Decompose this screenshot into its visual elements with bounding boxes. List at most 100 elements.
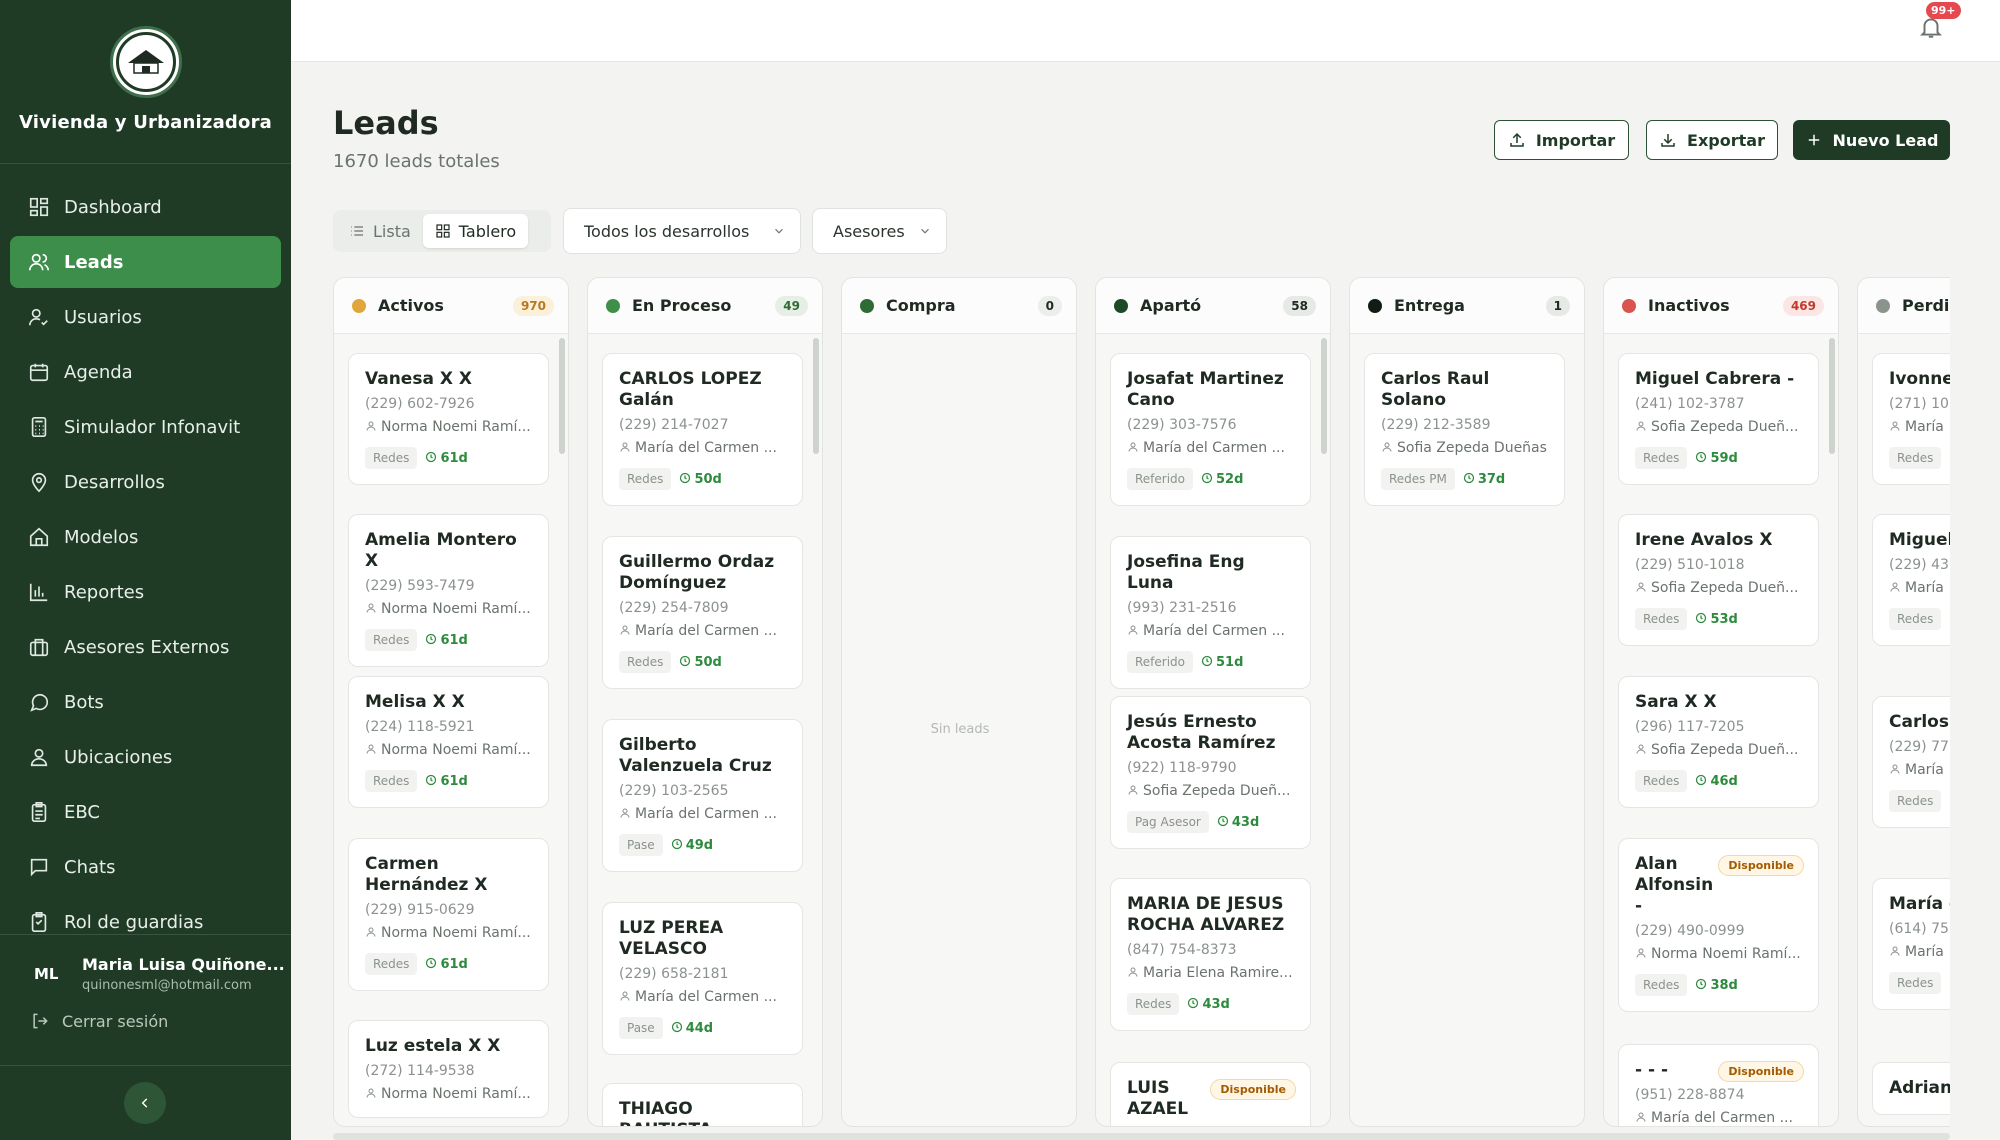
horizontal-scrollbar[interactable] [333,1133,1950,1140]
lead-agent-name: Sofia Zepeda Dueñ... [1651,419,1799,435]
view-board-option[interactable]: Tablero [422,214,529,248]
lead-card[interactable]: Ivonne (271) 101- María Redes [1872,353,1950,485]
lead-card[interactable]: Disponible LUIS AZAEL [1110,1062,1311,1126]
lead-card[interactable]: MARIA DE JESUS ROCHA ALVAREZ (847) 754-83… [1110,878,1311,1031]
user-icon [620,808,630,818]
sidebar-item-modelos[interactable]: Modelos [10,511,281,563]
lead-card[interactable]: Miguel Leano E (229) 43 María Redes [1872,514,1950,646]
sidebar-item-chats[interactable]: Chats [10,841,281,893]
lead-card[interactable]: María c Carreó (614) 751 María Redes [1872,878,1950,1010]
lead-card[interactable]: Melisa X X (224) 118-5921 Norma Noemi Ramí… [348,676,549,808]
lead-card[interactable]: Jesús Ernesto Acosta Ramírez (922) 118-97… [1110,696,1311,849]
sidebar-item-simulador-infonavit[interactable]: Simulador Infonavit [10,401,281,453]
user-icon [1636,421,1646,431]
column-scrollbar[interactable] [559,338,565,454]
status-dot [860,298,874,313]
avatar[interactable]: ML [34,965,82,983]
lead-card[interactable]: Sara X X (296) 117-7205 Sofia Zepeda Dueñ.… [1618,676,1819,808]
lead-age-value: 61d [440,632,468,648]
lead-name: Carlos Barcen [1889,712,1950,732]
lead-card[interactable]: LUZ PEREA VELASCO (229) 658-2181 María del… [602,902,803,1055]
lead-phone: (229) 77 [1889,739,1949,755]
user-icon [1128,785,1138,795]
lead-card[interactable]: Josefina Eng Luna (993) 231-2516 María del… [1110,536,1311,689]
lead-card[interactable]: Miguel Cabrera - (241) 102-3787 Sofia Zepe… [1618,353,1819,485]
development-select[interactable]: Todos los desarrollos [563,208,801,254]
lead-age: 50d [679,472,722,487]
column-count-badge: 0 [1037,296,1062,316]
sidebar-item-asesores-externos[interactable]: Asesores Externos [10,621,281,673]
user-email: quinonesml@hotmail.com [82,978,252,993]
lead-card[interactable]: Luz estela X X (272) 114-9538 Norma Noemi … [348,1020,549,1118]
logout-button[interactable]: Cerrar sesión [0,993,291,1031]
sidebar-item-reportes[interactable]: Reportes [10,566,281,618]
import-button[interactable]: Importar [1494,120,1629,160]
export-button[interactable]: Exportar [1646,120,1778,160]
sidebar-item-usuarios[interactable]: Usuarios [10,291,281,343]
column-title: Activos [378,296,444,315]
clock-icon [426,451,437,462]
clock-icon [671,1021,682,1032]
lead-agent: María del Carmen ... [1635,1110,1802,1126]
lead-card[interactable]: Carlos Raul Solano (229) 212-3589 Sofia Ze… [1364,353,1565,506]
sidebar-item-ebc[interactable]: EBC [10,786,281,838]
sidebar-item-bots[interactable]: Bots [10,676,281,728]
lead-age: 61d [425,774,468,789]
column-scrollbar[interactable] [1829,338,1835,454]
lead-meta: Pase 49d [619,834,786,856]
lead-age-value: 50d [694,654,722,670]
sidebar-item-leads[interactable]: Leads [10,236,281,288]
company-logo[interactable] [109,26,182,98]
column-scrollbar[interactable] [1321,338,1327,454]
lead-age-value: 49d [685,837,714,853]
user-icon [366,421,376,431]
lead-card[interactable]: CARLOS LOPEZ Galán (229) 214-7027 María de… [602,353,803,506]
user-icon [1128,625,1138,635]
logout-label: Cerrar sesión [62,1011,169,1031]
user-panel: ML Maria Luisa Quiñone... quinonesml@hot… [0,934,291,1031]
lead-card[interactable]: Vanesa X X (229) 602-7926 Norma Noemi Ramí… [348,353,549,485]
lead-agent-name: María del Carmen ... [635,623,777,639]
sidebar-item-desarrollos[interactable]: Desarrollos [10,456,281,508]
lead-age-value: 61d [440,956,468,972]
clock-icon [1201,655,1213,666]
lead-age: 43d [1217,815,1259,830]
lead-phone: (993) 231-2516 [1127,600,1237,616]
lead-meta: Redes 53d [1635,608,1802,630]
lead-agent: Norma Noemi Ramí... [365,601,532,617]
view-list-option[interactable]: Lista [337,214,423,248]
status-dot [1876,298,1890,313]
lead-name: Amelia Montero X [365,530,517,571]
user-icon [1890,946,1900,956]
column-scrollbar[interactable] [813,338,819,454]
lead-card[interactable]: Irene Avalos X (229) 510-1018 Sofia Zepeda… [1618,514,1819,646]
lead-card[interactable]: Josafat Martinez Cano (229) 303-7576 María… [1110,353,1311,506]
house-icon [29,527,49,547]
lead-name: Gilberto Valenzuela Cruz [619,735,772,776]
lead-card[interactable]: Guillermo Ordaz Domínguez (229) 254-7809 M… [602,536,803,689]
sidebar-item-agenda[interactable]: Agenda [10,346,281,398]
clock-icon [426,633,437,644]
sidebar-item-dashboard[interactable]: Dashboard [10,181,281,233]
lead-phone: (229) 490-0999 [1635,923,1745,939]
clock-icon [1696,451,1707,462]
lead-card[interactable]: Amelia Montero X (229) 593-7479 Norma Noem… [348,514,549,667]
new-lead-button[interactable]: Nuevo Lead [1793,120,1950,160]
lead-card[interactable]: Gilberto Valenzuela Cruz (229) 103-2565 Ma… [602,719,803,872]
lead-card[interactable]: Adrian Lopez C [1872,1062,1950,1115]
column-count-badge: 1 [1545,296,1570,316]
lead-phone: (229) 303-7576 [1127,417,1237,433]
lead-meta: Redes 61d [365,953,532,975]
sidebar-item-ubicaciones[interactable]: Ubicaciones [10,731,281,783]
advisors-select[interactable]: Asesores [812,208,947,254]
lead-name: Carmen Hernández X [365,854,488,895]
collapse-sidebar-button[interactable] [124,1082,166,1124]
lead-card[interactable]: Disponible - - - (951) 228-8874 María del C… [1618,1044,1819,1126]
lead-age-value: 38d [1710,977,1738,993]
lead-card[interactable]: THIAGO BAUTISTA [602,1083,803,1126]
lead-card[interactable]: Carlos Barcen (229) 77 María Redes [1872,696,1950,828]
lead-card[interactable]: Disponible Alan Alfonsin - (229) 490-0999 N… [1618,838,1819,1012]
lead-card[interactable]: Carmen Hernández X (229) 915-0629 Norma No… [348,838,549,991]
lead-name: María c Carreó [1889,894,1950,914]
clock-icon [1217,815,1228,826]
